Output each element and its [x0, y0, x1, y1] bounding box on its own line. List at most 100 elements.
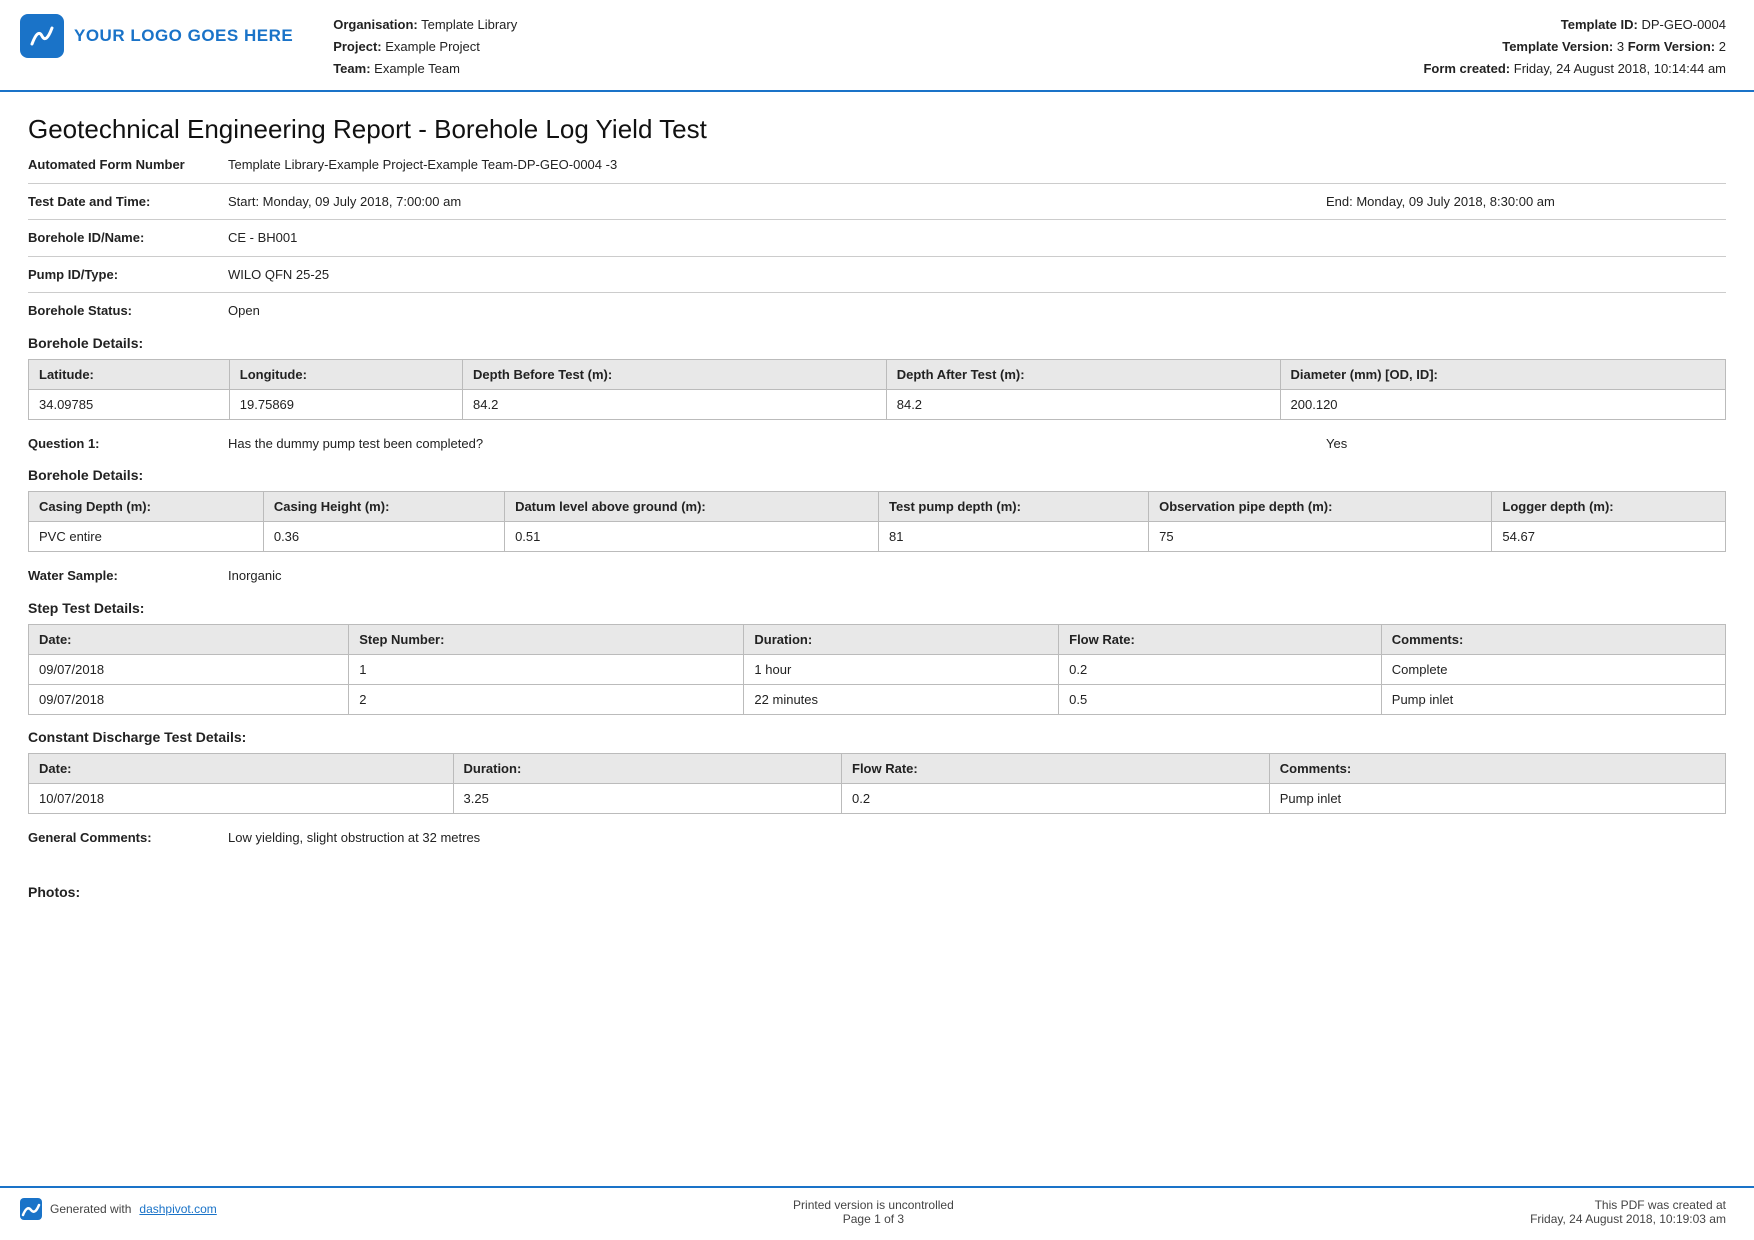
question1-text: Has the dummy pump test been completed?	[228, 436, 1326, 451]
question1-label: Question 1:	[28, 434, 228, 454]
test-date-start: Start: Monday, 09 July 2018, 7:00:00 am	[228, 194, 1326, 209]
pump-id-value: WILO QFN 25-25	[228, 267, 1726, 282]
table-row: 09/07/2018222 minutes0.5Pump inlet	[29, 684, 1726, 714]
table-cell: 1 hour	[744, 654, 1059, 684]
st-col-flowrate: Flow Rate:	[1059, 624, 1382, 654]
form-version-label: Form Version:	[1628, 39, 1715, 54]
pump-id-label: Pump ID/Type:	[28, 265, 228, 285]
project-value: Example Project	[385, 39, 480, 54]
org-value: Template Library	[421, 17, 517, 32]
table-cell: 0.36	[263, 522, 504, 552]
test-date-label: Test Date and Time:	[28, 192, 228, 212]
automated-form-label: Automated Form Number	[28, 155, 228, 175]
cd-col-duration: Duration:	[453, 753, 842, 783]
table-cell: 54.67	[1492, 522, 1726, 552]
table-cell: 84.2	[886, 389, 1280, 419]
team-row: Team: Example Team	[333, 58, 1386, 80]
template-version-value: 3	[1617, 39, 1624, 54]
st-col-comments: Comments:	[1381, 624, 1725, 654]
org-label: Organisation:	[333, 17, 418, 32]
pump-id-row: Pump ID/Type: WILO QFN 25-25	[28, 265, 1726, 285]
page-footer: Generated with dashpivot.com Printed ver…	[0, 1186, 1754, 1240]
project-label: Project:	[333, 39, 381, 54]
template-id-value: DP-GEO-0004	[1641, 17, 1726, 32]
cd-header-row: Date: Duration: Flow Rate: Comments:	[29, 753, 1726, 783]
divider-1	[28, 183, 1726, 184]
cd-col-date: Date:	[29, 753, 454, 783]
general-comments-row: General Comments: Low yielding, slight o…	[28, 828, 1726, 848]
table-cell: 09/07/2018	[29, 684, 349, 714]
table-cell: 200.120	[1280, 389, 1725, 419]
table-row: PVC entire0.360.51817554.67	[29, 522, 1726, 552]
borehole-details-1-heading: Borehole Details:	[28, 335, 1726, 351]
water-sample-row: Water Sample: Inorganic	[28, 566, 1726, 586]
footer-created-date: Friday, 24 August 2018, 10:19:03 am	[1530, 1212, 1726, 1226]
divider-4	[28, 292, 1726, 293]
footer-page-text: Page 1 of 3	[793, 1212, 954, 1226]
bh2-col-casing-depth: Casing Depth (m):	[29, 492, 264, 522]
borehole-id-value: CE - BH001	[228, 230, 1726, 245]
borehole-status-value: Open	[228, 303, 1726, 318]
footer-right: This PDF was created at Friday, 24 Augus…	[1530, 1198, 1726, 1226]
step-test-heading: Step Test Details:	[28, 600, 1726, 616]
table-cell: 75	[1149, 522, 1492, 552]
table-cell: PVC entire	[29, 522, 264, 552]
borehole-status-row: Borehole Status: Open	[28, 301, 1726, 321]
constant-discharge-table: Date: Duration: Flow Rate: Comments: 10/…	[28, 753, 1726, 814]
bh1-col-diameter: Diameter (mm) [OD, ID]:	[1280, 359, 1725, 389]
page-header: YOUR LOGO GOES HERE Organisation: Templa…	[0, 0, 1754, 92]
team-value: Example Team	[374, 61, 460, 76]
st-col-date: Date:	[29, 624, 349, 654]
borehole-details-1-header-row: Latitude: Longitude: Depth Before Test (…	[29, 359, 1726, 389]
table-cell: 0.5	[1059, 684, 1382, 714]
table-cell: 0.51	[505, 522, 879, 552]
table-cell: 84.2	[463, 389, 887, 419]
general-comments-value: Low yielding, slight obstruction at 32 m…	[228, 830, 1726, 845]
water-sample-label: Water Sample:	[28, 566, 228, 586]
template-id-label: Template ID:	[1561, 17, 1638, 32]
bh2-col-obs-pipe: Observation pipe depth (m):	[1149, 492, 1492, 522]
main-content: Geotechnical Engineering Report - Boreho…	[0, 92, 1754, 928]
table-cell: Pump inlet	[1381, 684, 1725, 714]
borehole-details-1-table: Latitude: Longitude: Depth Before Test (…	[28, 359, 1726, 420]
automated-form-row: Automated Form Number Template Library-E…	[28, 155, 1726, 175]
footer-left: Generated with dashpivot.com	[20, 1198, 217, 1220]
bh2-col-logger: Logger depth (m):	[1492, 492, 1726, 522]
footer-printed-text: Printed version is uncontrolled	[793, 1198, 954, 1212]
footer-created-text: This PDF was created at	[1530, 1198, 1726, 1212]
org-row: Organisation: Template Library	[333, 14, 1386, 36]
borehole-id-row: Borehole ID/Name: CE - BH001	[28, 228, 1726, 248]
table-row: 09/07/201811 hour0.2Complete	[29, 654, 1726, 684]
version-row: Template Version: 3 Form Version: 2	[1386, 36, 1726, 58]
step-test-table: Date: Step Number: Duration: Flow Rate: …	[28, 624, 1726, 715]
table-row: 34.0978519.7586984.284.2200.120	[29, 389, 1726, 419]
test-date-end: End: Monday, 09 July 2018, 8:30:00 am	[1326, 194, 1726, 209]
footer-center: Printed version is uncontrolled Page 1 o…	[793, 1198, 954, 1226]
bh1-col-longitude: Longitude:	[229, 359, 462, 389]
form-created-row: Form created: Friday, 24 August 2018, 10…	[1386, 58, 1726, 80]
bh1-col-depth-after: Depth After Test (m):	[886, 359, 1280, 389]
template-id-row: Template ID: DP-GEO-0004	[1386, 14, 1726, 36]
project-row: Project: Example Project	[333, 36, 1386, 58]
footer-logo-icon	[20, 1198, 42, 1220]
page-title: Geotechnical Engineering Report - Boreho…	[28, 114, 1726, 145]
divider-3	[28, 256, 1726, 257]
table-cell: 09/07/2018	[29, 654, 349, 684]
borehole-details-2-heading: Borehole Details:	[28, 467, 1726, 483]
footer-link[interactable]: dashpivot.com	[139, 1202, 216, 1216]
form-created-value: Friday, 24 August 2018, 10:14:44 am	[1514, 61, 1726, 76]
team-label: Team:	[333, 61, 370, 76]
table-cell: Pump inlet	[1269, 783, 1725, 813]
footer-generated-text: Generated with	[50, 1202, 131, 1216]
logo-text: YOUR LOGO GOES HERE	[74, 26, 293, 46]
borehole-status-label: Borehole Status:	[28, 301, 228, 321]
bh2-col-casing-height: Casing Height (m):	[263, 492, 504, 522]
general-comments-label: General Comments:	[28, 828, 228, 848]
table-cell: 0.2	[1059, 654, 1382, 684]
table-cell: 0.2	[842, 783, 1270, 813]
step-test-header-row: Date: Step Number: Duration: Flow Rate: …	[29, 624, 1726, 654]
header-center: Organisation: Template Library Project: …	[293, 14, 1386, 80]
table-cell: 81	[879, 522, 1149, 552]
question1-answer: Yes	[1326, 436, 1726, 451]
water-sample-value: Inorganic	[228, 568, 1726, 583]
